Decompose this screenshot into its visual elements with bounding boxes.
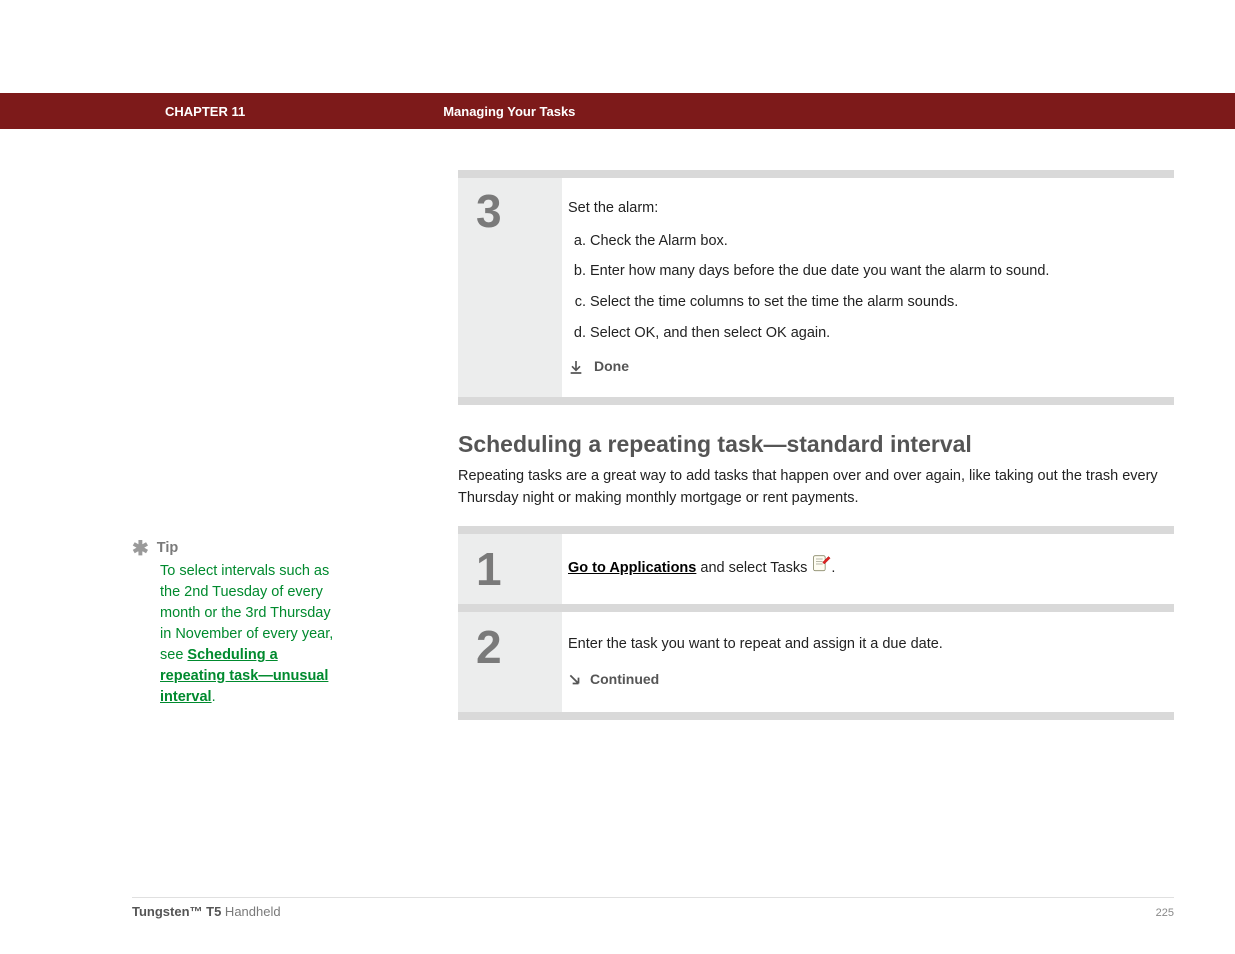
step-3-item-b: Enter how many days before the due date … <box>590 259 1152 284</box>
steps-stack: 1 Go to Applications and select Tasks . <box>458 526 1174 720</box>
step-3-box: 3 Set the alarm: Check the Alarm box. En… <box>458 170 1174 405</box>
tip-header: ✱ Tip <box>132 538 342 559</box>
step-3-body: Set the alarm: Check the Alarm box. Ente… <box>562 178 1174 397</box>
tip-text-after: . <box>212 689 216 705</box>
product-name-bold: Tungsten™ T5 <box>132 904 221 919</box>
step-number-column: 3 <box>458 178 562 397</box>
step-3-intro: Set the alarm: <box>568 196 1152 221</box>
step-2-body: Enter the task you want to repeat and as… <box>562 612 1174 712</box>
tip-label: Tip <box>157 538 178 559</box>
continued-row: Continued <box>568 668 1152 692</box>
step-2-text: Enter the task you want to repeat and as… <box>568 632 1152 657</box>
product-name: Tungsten™ T5 Handheld <box>132 904 281 919</box>
tip-body: To select intervals such as the 2nd Tues… <box>160 561 342 708</box>
step-2-box: 2 Enter the task you want to repeat and … <box>458 604 1174 712</box>
tip-block: ✱ Tip To select intervals such as the 2n… <box>132 538 342 708</box>
step-number: 1 <box>476 546 562 592</box>
footer-divider <box>132 897 1174 898</box>
page-number: 225 <box>1156 907 1174 919</box>
done-row: Done <box>568 355 1152 379</box>
done-label: Done <box>594 355 629 379</box>
arrow-down-right-icon <box>568 673 582 687</box>
step-1-box: 1 Go to Applications and select Tasks . <box>458 534 1174 604</box>
chapter-title: Managing Your Tasks <box>443 104 575 119</box>
asterisk-icon: ✱ <box>132 539 149 559</box>
step-number-column: 1 <box>458 534 562 604</box>
go-to-applications-link[interactable]: Go to Applications <box>568 560 696 576</box>
step-1-period: . <box>831 560 835 576</box>
content-area: 3 Set the alarm: Check the Alarm box. En… <box>0 170 1235 720</box>
step-3-list: Check the Alarm box. Enter how many days… <box>568 229 1152 346</box>
step-1-rest: and select Tasks <box>696 560 811 576</box>
product-name-rest: Handheld <box>221 904 280 919</box>
step-1-body: Go to Applications and select Tasks . <box>562 534 1174 604</box>
section-heading: Scheduling a repeating task—standard int… <box>458 431 1174 458</box>
step-number-column: 2 <box>458 612 562 712</box>
chapter-label: CHAPTER 11 <box>165 104 245 119</box>
step-3-item-d: Select OK, and then select OK again. <box>590 321 1152 346</box>
step-number: 3 <box>476 188 562 234</box>
continued-label: Continued <box>590 668 659 692</box>
step-number: 2 <box>476 624 562 670</box>
step-3-item-a: Check the Alarm box. <box>590 229 1152 254</box>
footer: Tungsten™ T5 Handheld 225 <box>132 904 1174 919</box>
step-3-item-c: Select the time columns to set the time … <box>590 290 1152 315</box>
section-paragraph: Repeating tasks are a great way to add t… <box>458 466 1174 510</box>
arrow-down-stop-icon <box>568 359 584 375</box>
header-bar: CHAPTER 11 Managing Your Tasks <box>0 93 1235 129</box>
tasks-app-icon <box>811 554 831 583</box>
